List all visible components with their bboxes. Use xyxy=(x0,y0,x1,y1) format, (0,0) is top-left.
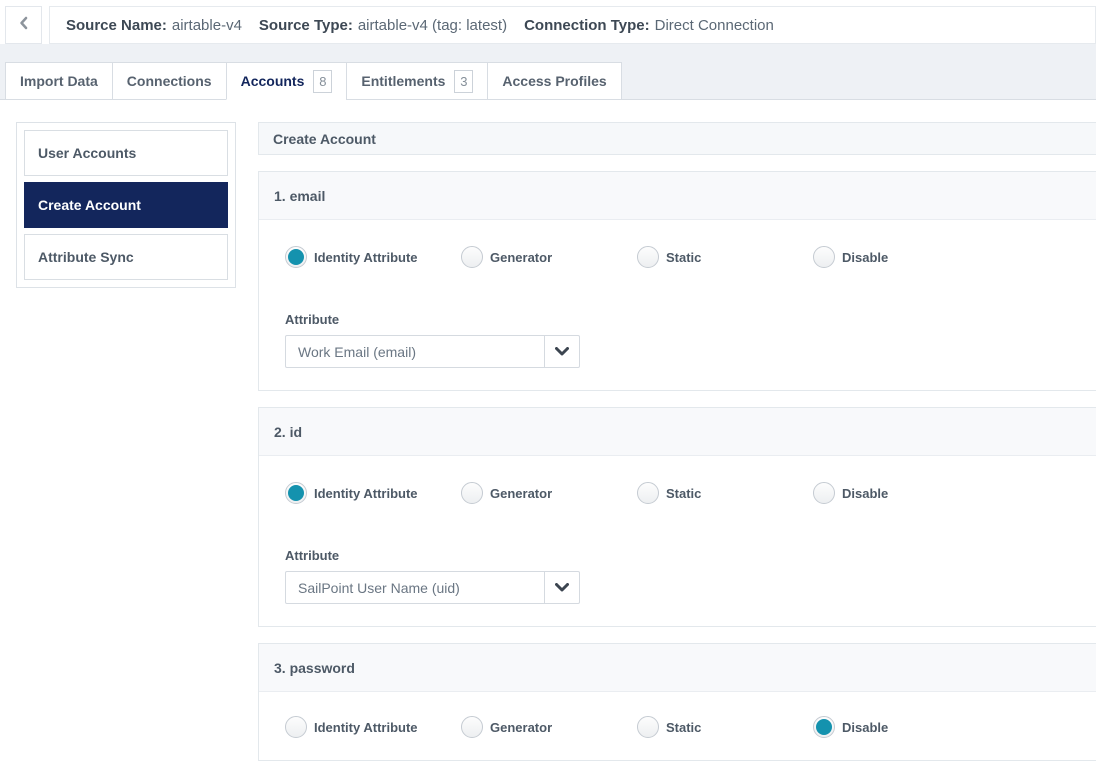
radio-option-identity-attribute[interactable]: Identity Attribute xyxy=(285,716,461,738)
radio-option-static[interactable]: Static xyxy=(637,716,813,738)
radio-option-generator[interactable]: Generator xyxy=(461,246,637,268)
radio-label: Generator xyxy=(490,719,553,735)
create-account-panel: Create Account 1. email Identity Attribu… xyxy=(258,122,1096,761)
panel-title: Create Account xyxy=(258,122,1096,155)
radio-label: Identity Attribute xyxy=(314,249,418,265)
top-bar: Source Name: airtable-v4 Source Type: airt… xyxy=(5,6,1096,44)
tab-label: Import Data xyxy=(20,73,98,89)
select-value: Work Email (email) xyxy=(298,343,416,360)
radio-label: Identity Attribute xyxy=(314,719,418,735)
radio-icon[interactable] xyxy=(285,246,307,268)
chevron-down-icon xyxy=(544,572,579,603)
radio-group-email: Identity Attribute Generator Static Disa… xyxy=(285,246,1096,268)
source-name-value: airtable-v4 xyxy=(171,16,242,34)
tab-label: Entitlements xyxy=(361,73,446,89)
radio-icon[interactable] xyxy=(637,482,659,504)
section-id: 2. id Identity Attribute Generator Stati… xyxy=(258,407,1096,627)
sidebar-item-attribute-sync[interactable]: Attribute Sync xyxy=(24,234,228,280)
radio-label: Disable xyxy=(842,719,889,735)
radio-option-disable[interactable]: Disable xyxy=(813,482,989,504)
radio-option-identity-attribute[interactable]: Identity Attribute xyxy=(285,482,461,504)
radio-group-password: Identity Attribute Generator Static Disa… xyxy=(285,716,1096,738)
entitlements-count-badge: 3 xyxy=(454,69,474,93)
attribute-select-email[interactable]: Work Email (email) xyxy=(285,335,580,368)
tab-import-data[interactable]: Import Data xyxy=(5,62,112,100)
source-type-label: Source Type: xyxy=(258,16,353,34)
radio-icon[interactable] xyxy=(461,246,483,268)
connection-type-field: Connection Type: Direct Connection xyxy=(524,17,774,34)
tab-label: Access Profiles xyxy=(502,73,607,89)
tab-accounts[interactable]: Accounts 8 xyxy=(225,62,347,100)
source-type-field: Source Type: airtable-v4 (tag: latest) xyxy=(259,17,507,34)
radio-icon[interactable] xyxy=(461,716,483,738)
tab-label: Connections xyxy=(126,73,212,89)
tab-bar: Import Data Connections Accounts 8 Entit… xyxy=(5,62,622,100)
radio-icon[interactable] xyxy=(285,716,307,738)
radio-option-disable[interactable]: Disable xyxy=(813,716,989,738)
radio-label: Static xyxy=(666,249,702,265)
radio-icon[interactable] xyxy=(461,482,483,504)
accounts-count-badge: 8 xyxy=(313,69,333,93)
radio-option-disable[interactable]: Disable xyxy=(813,246,989,268)
radio-group-id: Identity Attribute Generator Static Disa… xyxy=(285,482,1096,504)
radio-icon[interactable] xyxy=(285,482,307,504)
radio-option-identity-attribute[interactable]: Identity Attribute xyxy=(285,246,461,268)
radio-label: Disable xyxy=(842,249,889,265)
sidebar-item-label: User Accounts xyxy=(38,145,137,161)
connection-type-label: Connection Type: xyxy=(524,16,650,34)
radio-label: Static xyxy=(666,719,702,735)
section-password: 3. password Identity Attribute Generator… xyxy=(258,643,1096,761)
tab-entitlements[interactable]: Entitlements 3 xyxy=(346,62,488,100)
select-value: SailPoint User Name (uid) xyxy=(298,579,460,596)
radio-label: Generator xyxy=(490,485,553,501)
section-title: 2. id xyxy=(259,408,1096,456)
tab-label: Accounts xyxy=(240,73,305,89)
radio-option-static[interactable]: Static xyxy=(637,246,813,268)
sidebar-item-create-account[interactable]: Create Account xyxy=(24,182,228,228)
radio-icon[interactable] xyxy=(637,246,659,268)
connection-type-value: Direct Connection xyxy=(654,16,774,34)
radio-label: Static xyxy=(666,485,702,501)
sidebar-item-label: Attribute Sync xyxy=(38,249,134,265)
radio-icon[interactable] xyxy=(813,246,835,268)
back-button[interactable] xyxy=(5,6,42,44)
section-email: 1. email Identity Attribute Generator St… xyxy=(258,171,1096,391)
sidebar-item-label: Create Account xyxy=(38,197,141,213)
radio-option-generator[interactable]: Generator xyxy=(461,482,637,504)
sidebar: User Accounts Create Account Attribute S… xyxy=(16,122,236,288)
radio-icon[interactable] xyxy=(813,716,835,738)
attribute-label: Attribute xyxy=(285,548,340,563)
sidebar-item-user-accounts[interactable]: User Accounts xyxy=(24,130,228,176)
tab-access-profiles[interactable]: Access Profiles xyxy=(487,62,622,100)
radio-label: Disable xyxy=(842,485,889,501)
section-title: 3. password xyxy=(259,644,1096,692)
radio-icon[interactable] xyxy=(637,716,659,738)
source-name-label: Source Name: xyxy=(66,16,167,34)
source-type-value: airtable-v4 (tag: latest) xyxy=(357,16,508,34)
source-name-field: Source Name: airtable-v4 xyxy=(66,17,242,34)
radio-label: Identity Attribute xyxy=(314,485,418,501)
radio-icon[interactable] xyxy=(813,482,835,504)
attribute-label: Attribute xyxy=(285,312,340,327)
source-info-bar: Source Name: airtable-v4 Source Type: airt… xyxy=(49,6,1096,44)
chevron-left-icon xyxy=(14,13,34,38)
section-title: 1. email xyxy=(259,172,1096,220)
radio-option-static[interactable]: Static xyxy=(637,482,813,504)
tab-connections[interactable]: Connections xyxy=(111,62,226,100)
chevron-down-icon xyxy=(544,336,579,367)
attribute-select-id[interactable]: SailPoint User Name (uid) xyxy=(285,571,580,604)
radio-option-generator[interactable]: Generator xyxy=(461,716,637,738)
radio-label: Generator xyxy=(490,249,553,265)
